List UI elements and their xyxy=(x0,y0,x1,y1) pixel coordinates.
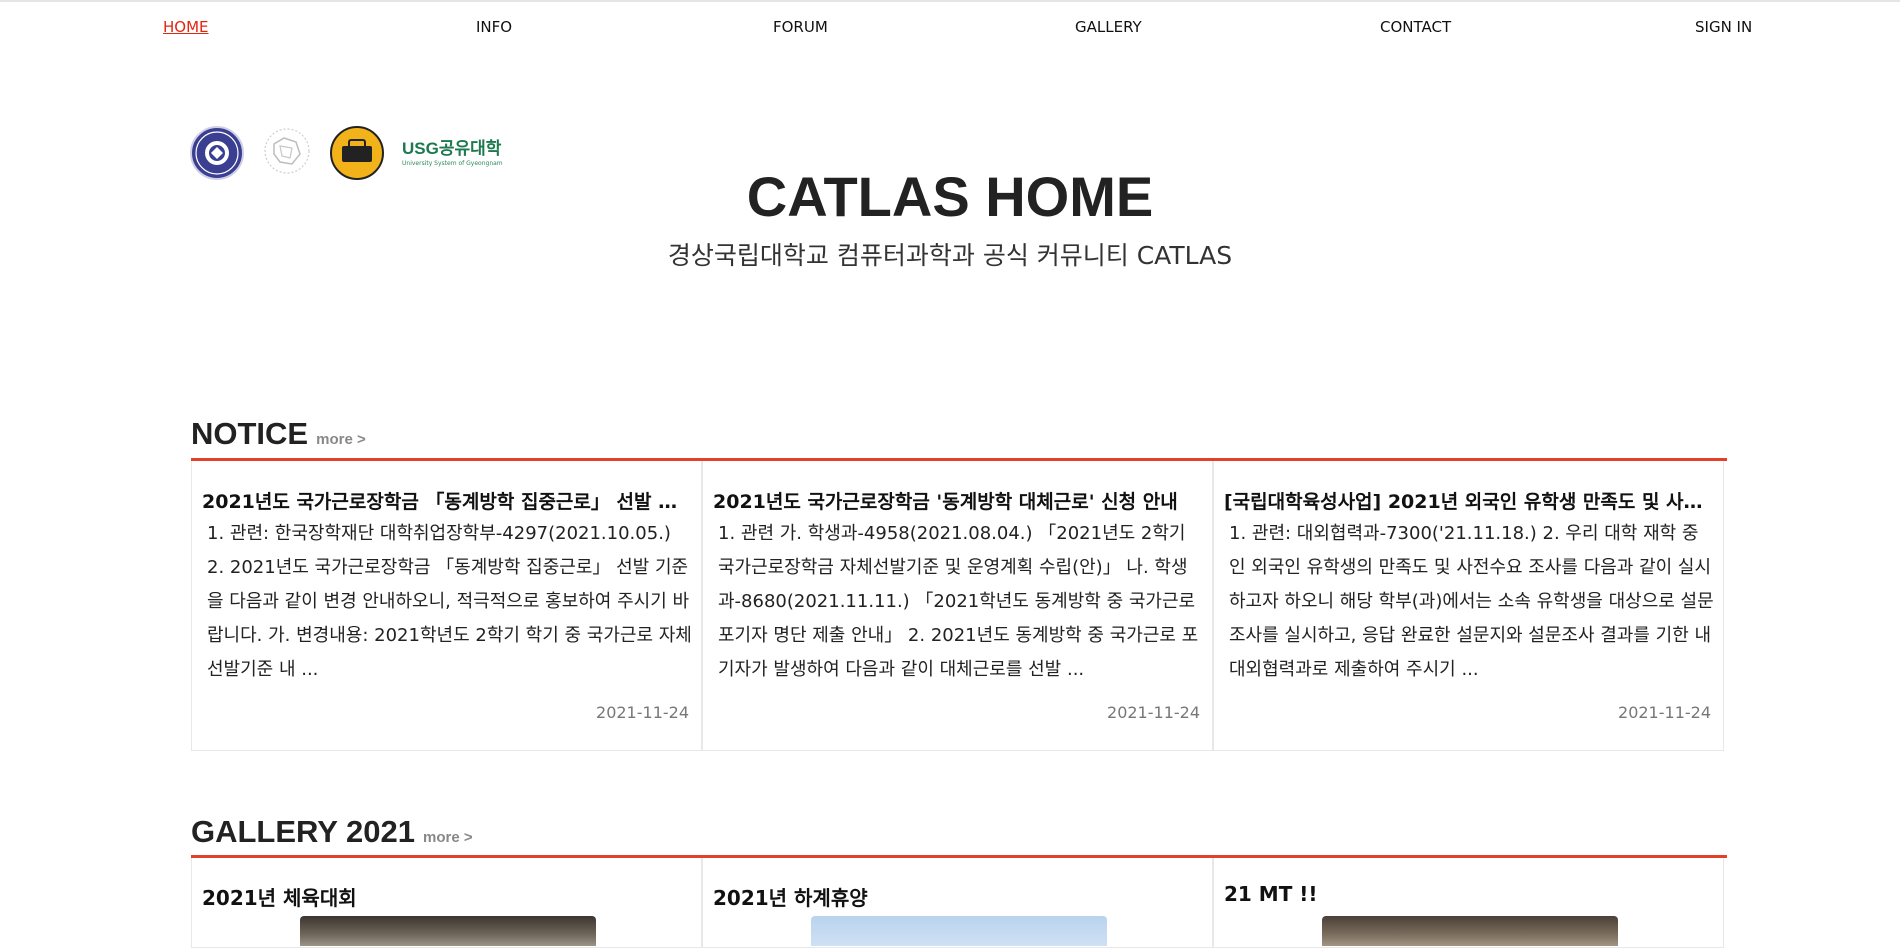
gallery-more-link[interactable]: more > xyxy=(423,829,473,846)
notice-card-body: 1. 관련: 한국장학재단 대학취업장학부-4297(2021.10.05.) … xyxy=(207,523,692,680)
nav-info[interactable]: INFO xyxy=(476,18,512,36)
nav-sign-in[interactable]: SIGN IN xyxy=(1695,18,1752,36)
nav-contact[interactable]: CONTACT xyxy=(1380,18,1451,36)
gallery-card-title[interactable]: 2021년 하계휴양 xyxy=(713,882,868,911)
page-title: CATLAS HOME xyxy=(746,165,1154,228)
notice-card-title[interactable]: 2021년도 국가근로장학금 「동계방학 집중근로」 선발 기준 변경 안내 xyxy=(202,487,687,514)
notice-card-date: 2021-11-24 xyxy=(1618,703,1711,722)
nav-home[interactable]: HOME xyxy=(163,18,209,36)
notice-card-title[interactable]: [국립대학육성사업] 2021년 외국인 유학생 만족도 및 사전수요 조사 안… xyxy=(1224,487,1709,514)
gallery-card-image[interactable] xyxy=(1322,916,1618,946)
notice-more-link[interactable]: more > xyxy=(316,431,366,448)
nav-gallery[interactable]: GALLERY xyxy=(1075,18,1142,36)
notice-card-body: 1. 관련 가. 학생과-4958(2021.08.04.) 「2021년도 2… xyxy=(718,523,1199,680)
gallery-card-image[interactable] xyxy=(811,916,1107,946)
gallery-heading-text: GALLERY 2021 xyxy=(191,814,415,849)
notice-heading: NOTICE more > xyxy=(191,416,366,452)
notice-heading-text: NOTICE xyxy=(191,416,309,451)
notice-card-date: 2021-11-24 xyxy=(1107,703,1200,722)
notice-card[interactable]: [국립대학육성사업] 2021년 외국인 유학생 만족도 및 사전수요 조사 안… xyxy=(1213,461,1724,751)
usg-logo-name: USG공유대학 xyxy=(402,139,502,158)
notice-card-title[interactable]: 2021년도 국가근로장학금 '동계방학 대체근로' 신청 안내 xyxy=(713,487,1198,514)
notice-card[interactable]: 2021년도 국가근로장학금 「동계방학 집중근로」 선발 기준 변경 안내 1… xyxy=(191,461,702,751)
usg-logo[interactable]: USG공유대학 University System of Gyeongnam xyxy=(402,134,503,167)
gallery-card-title[interactable]: 2021년 체육대회 xyxy=(202,882,357,911)
notice-card-body: 1. 관련: 대외협력과-7300('21.11.18.) 2. 우리 대학 재… xyxy=(1229,523,1714,680)
notice-list: 2021년도 국가근로장학금 「동계방학 집중근로」 선발 기준 변경 안내 1… xyxy=(191,461,1727,751)
top-border xyxy=(0,0,1900,2)
notice-card[interactable]: 2021년도 국가근로장학금 '동계방학 대체근로' 신청 안내 1. 관련 가… xyxy=(702,461,1213,751)
gallery-heading: GALLERY 2021 more > xyxy=(191,814,473,850)
gallery-list: 2021년 체육대회 2021년 하계휴양 21 MT !! xyxy=(191,858,1727,948)
notice-card-date: 2021-11-24 xyxy=(596,703,689,722)
gallery-card-title[interactable]: 21 MT !! xyxy=(1224,882,1318,906)
nav-forum[interactable]: FORUM xyxy=(773,18,828,36)
main-nav: HOME INFO FORUM GALLERY CONTACT SIGN IN xyxy=(0,18,1900,40)
gallery-card-image[interactable] xyxy=(300,916,596,946)
page-subtitle: 경상국립대학교 컴퓨터과학과 공식 커뮤니티 CATLAS xyxy=(667,241,1233,270)
